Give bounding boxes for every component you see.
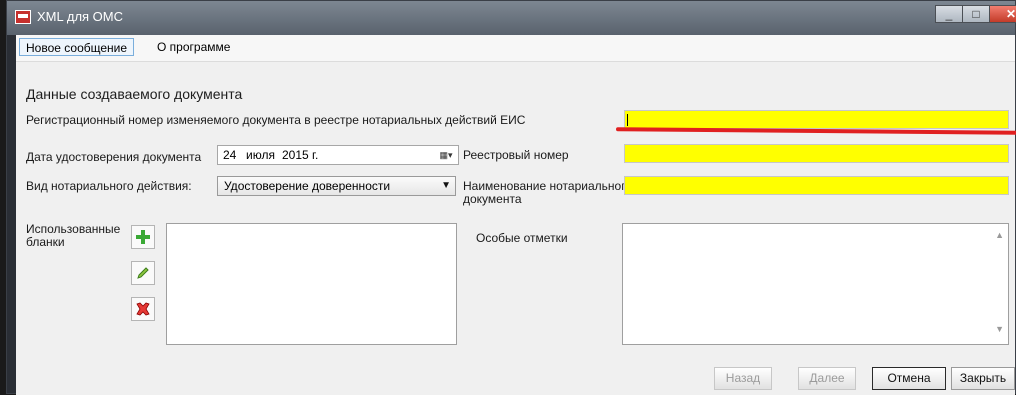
delete-icon xyxy=(136,302,150,316)
window-title: XML для ОМС xyxy=(37,9,124,24)
close-window-button[interactable]: ✕ xyxy=(989,5,1016,23)
action-type-select[interactable]: Удостоверение доверенности ▼ xyxy=(217,176,456,196)
menu-bar: Новое сообщение О программе xyxy=(16,35,1015,62)
pencil-icon xyxy=(137,267,149,279)
back-button[interactable]: Назад xyxy=(714,367,772,390)
date-day[interactable]: 24 xyxy=(223,146,236,164)
text-cursor xyxy=(627,114,628,126)
app-window: XML для ОМС _ □ ✕ Новое сообщение О прог… xyxy=(6,0,1016,395)
edit-blank-button[interactable] xyxy=(131,261,155,285)
blanks-label: Использованные бланки xyxy=(26,223,120,249)
chevron-down-icon[interactable]: ▼ xyxy=(441,177,451,195)
minimize-button[interactable]: _ xyxy=(935,5,963,23)
date-label: Дата удостоверения документа xyxy=(26,150,202,164)
registry-number-label: Реестровый номер xyxy=(463,148,569,162)
menu-about[interactable]: О программе xyxy=(151,38,236,56)
reg-number-label: Регистрационный номер изменяемого докуме… xyxy=(26,113,526,127)
date-picker[interactable]: 24 июля 2015 г. ▦▾ xyxy=(217,145,459,165)
doc-name-input[interactable] xyxy=(624,176,1009,195)
date-year[interactable]: 2015 г. xyxy=(282,146,318,164)
plus-icon xyxy=(136,230,150,244)
menu-new-message[interactable]: Новое сообщение xyxy=(19,38,135,56)
app-icon xyxy=(15,10,31,24)
next-button[interactable]: Далее xyxy=(798,367,856,390)
scroll-up-icon[interactable]: ▲ xyxy=(995,230,1004,240)
blanks-label-line2: бланки xyxy=(26,235,65,249)
calendar-dropdown-icon[interactable]: ▦▾ xyxy=(438,148,454,162)
delete-blank-button[interactable] xyxy=(131,297,155,321)
notes-textarea[interactable]: ▲ ▼ xyxy=(622,223,1009,345)
section-title: Данные создаваемого документа xyxy=(26,86,243,102)
title-bar[interactable]: XML для ОМС _ □ ✕ xyxy=(7,1,1016,35)
doc-name-label-line2: документа xyxy=(463,192,522,206)
cancel-button[interactable]: Отмена xyxy=(872,367,946,390)
action-type-value: Удостоверение доверенности xyxy=(224,179,391,193)
notes-label: Особые отметки xyxy=(476,231,568,245)
reg-number-input[interactable] xyxy=(624,110,1009,129)
date-month[interactable]: июля xyxy=(246,146,275,164)
maximize-button[interactable]: □ xyxy=(962,5,990,23)
registry-number-input[interactable] xyxy=(624,144,1009,163)
add-blank-button[interactable] xyxy=(131,225,155,249)
blanks-list[interactable] xyxy=(166,223,457,345)
client-area: Новое сообщение О программе Данные созда… xyxy=(16,35,1016,395)
action-type-label: Вид нотариального действия: xyxy=(26,179,192,193)
scroll-down-icon[interactable]: ▼ xyxy=(995,324,1004,334)
close-button[interactable]: Закрыть xyxy=(951,367,1015,390)
doc-name-label: Наименование нотариального документа xyxy=(463,180,632,206)
